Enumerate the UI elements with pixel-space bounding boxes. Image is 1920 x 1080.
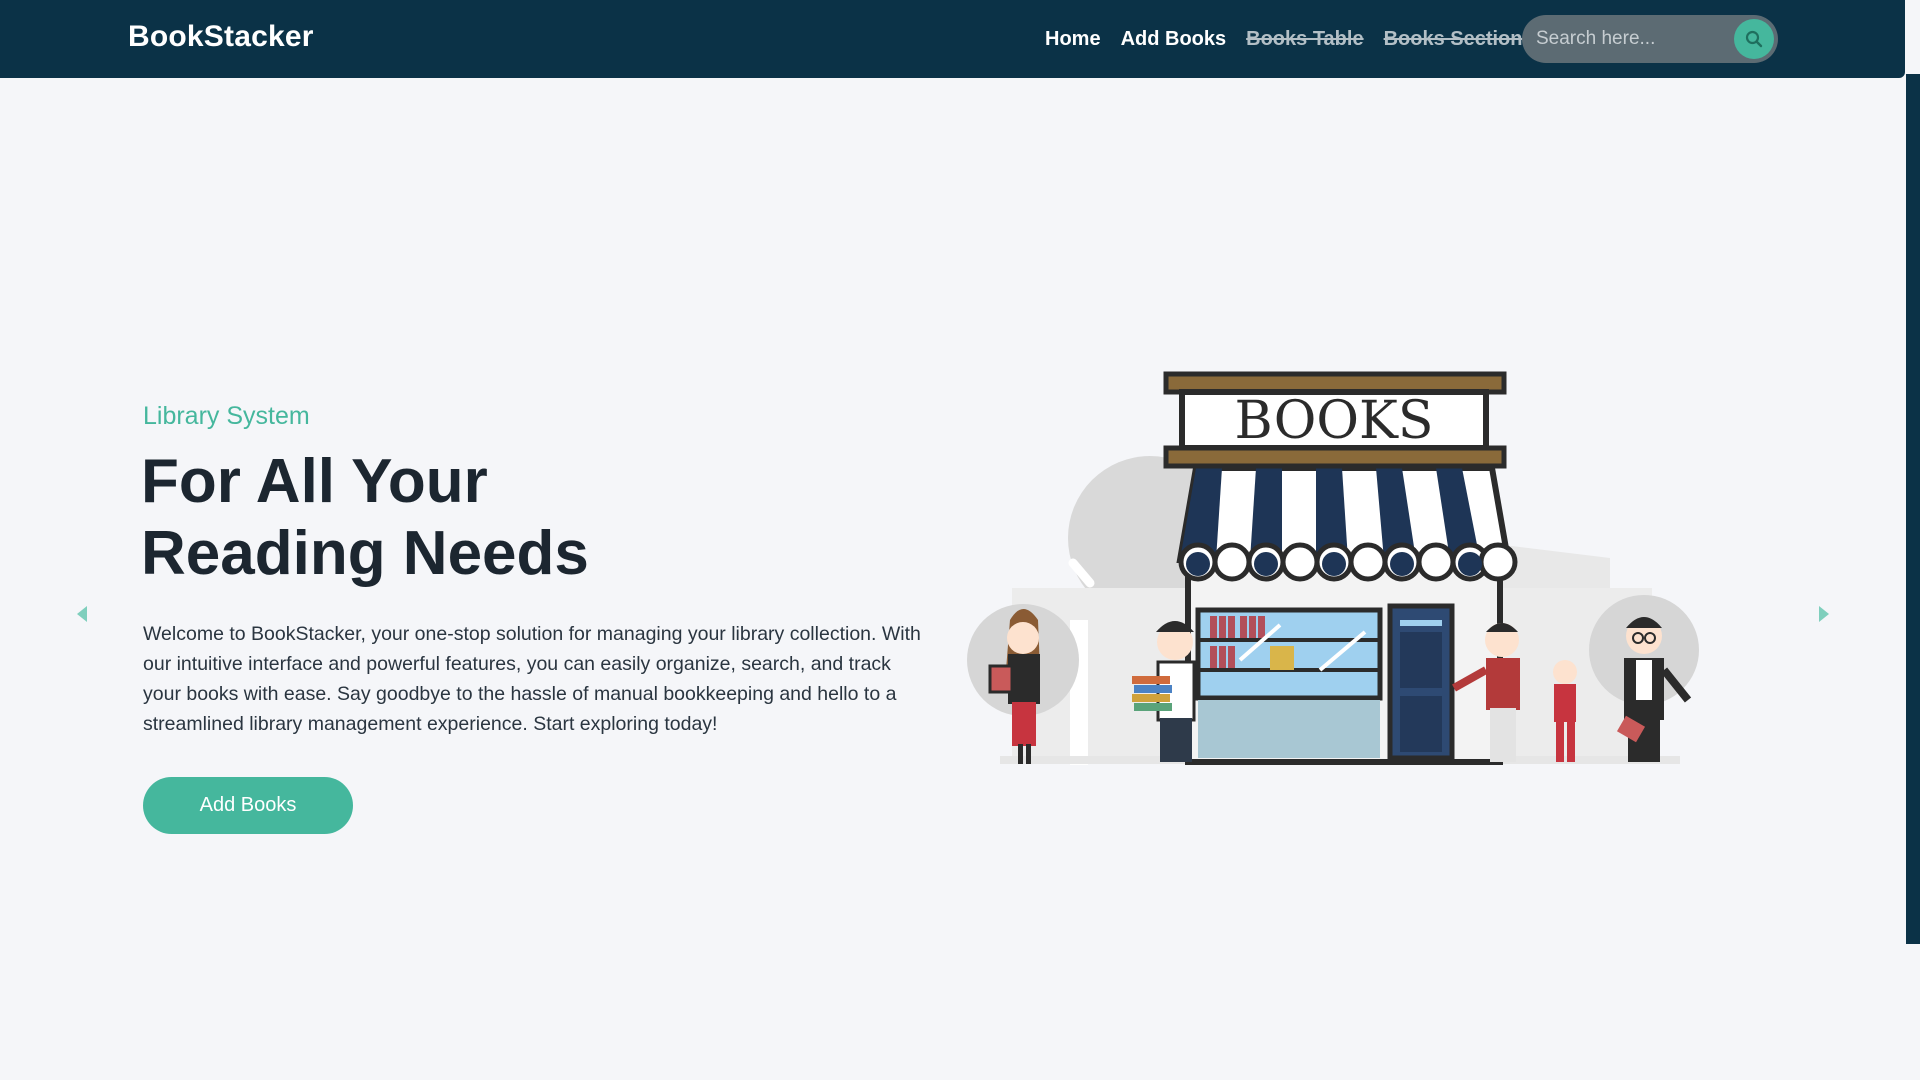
add-books-button[interactable]: Add Books — [143, 777, 353, 834]
bookstore-illustration: BOOKS — [967, 371, 1699, 765]
hero-headline-line-1: For All Your — [141, 447, 488, 516]
hero-headline: For All Your Reading Needs — [141, 446, 841, 590]
side-scroll-strip — [1906, 74, 1920, 944]
search-bar — [1522, 15, 1778, 63]
caret-right-icon[interactable] — [1815, 604, 1833, 624]
hero-headline-line-2: Reading Needs — [141, 519, 589, 588]
search-input[interactable] — [1536, 15, 1726, 63]
nav-link-add-books[interactable]: Add Books — [1121, 28, 1227, 51]
navbar: BookStacker Home Add Books Books Table B… — [0, 0, 1905, 78]
search-icon — [1745, 30, 1763, 48]
nav-link-books-section[interactable]: Books Section — [1384, 28, 1523, 51]
hero-description: Welcome to BookStacker, your one-stop so… — [143, 623, 921, 735]
search-button[interactable] — [1734, 19, 1774, 59]
brand-logo[interactable]: BookStacker — [128, 20, 314, 54]
hero-kicker: Library System — [143, 402, 310, 430]
caret-left-icon[interactable] — [73, 604, 91, 624]
store-sign-text: BOOKS — [1235, 391, 1434, 451]
nav-links: Home Add Books Books Table Books Section — [1045, 0, 1523, 78]
nav-link-home[interactable]: Home — [1045, 28, 1101, 51]
nav-link-books-table[interactable]: Books Table — [1246, 28, 1363, 51]
